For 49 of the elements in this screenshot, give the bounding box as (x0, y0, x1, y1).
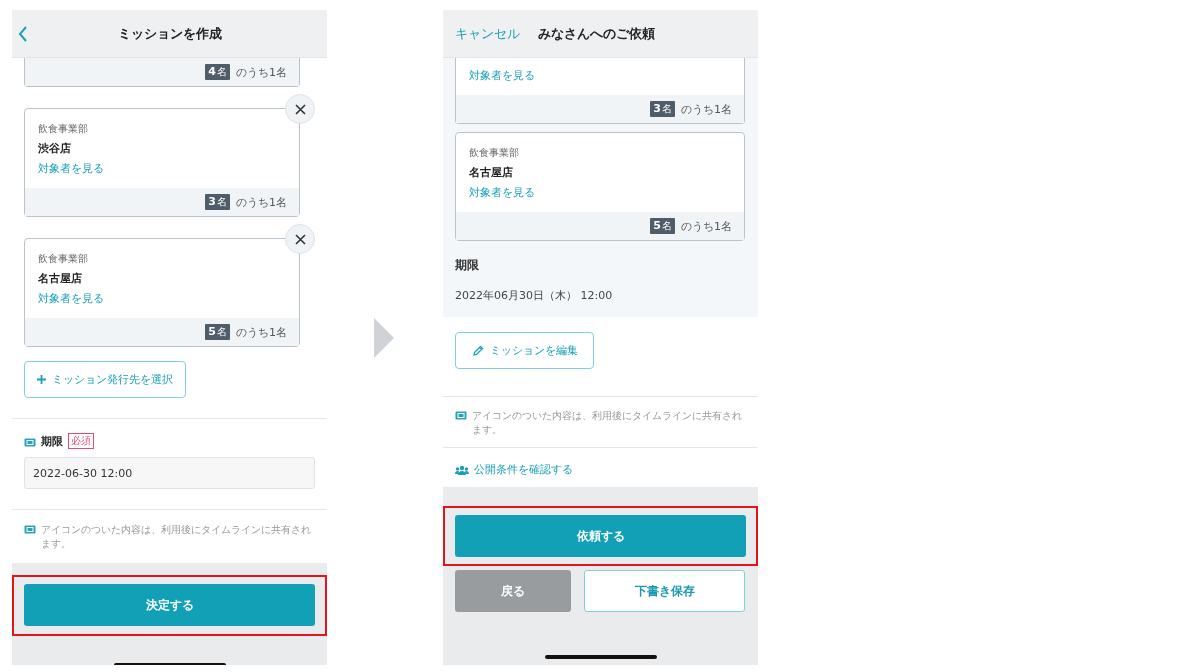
deadline-value: 2022年06月30日（木） 12:00 (455, 288, 614, 303)
share-note: アイコンのついた内容は、利用後にタイムラインに共有されます。 (472, 409, 743, 437)
count-text: のうち1名 (681, 218, 732, 234)
cancel-button[interactable]: キャンセル (455, 24, 520, 43)
save-draft-button[interactable]: 下書き保存 (584, 570, 745, 612)
deadline-label: 期限 (455, 257, 480, 274)
add-target-button[interactable]: ミッション発行先を選択 (24, 361, 186, 398)
group-icon (455, 465, 469, 475)
required-badge: 必須 (68, 433, 94, 449)
screen-title: みなさんへのご依頼 (538, 24, 655, 43)
view-targets-link[interactable]: 対象者を見る (38, 291, 286, 306)
department-label: 飲食事業部 (38, 252, 89, 266)
plus-icon (37, 375, 46, 384)
department-label: 飲食事業部 (38, 122, 89, 136)
card-icon (455, 411, 467, 420)
count-badge: 3名 (650, 101, 675, 117)
date-field[interactable]: 2022-06-30 12:00 (24, 457, 315, 489)
view-targets-link[interactable]: 対象者を見る (38, 161, 286, 176)
deadline-label: 期限 (41, 433, 63, 449)
back-icon (18, 25, 28, 42)
count-text: のうち1名 (236, 194, 287, 210)
count-text: のうち1名 (236, 64, 287, 80)
store-name: 名古屋店 (38, 271, 83, 286)
view-targets-link[interactable]: 対象者を見る (469, 185, 731, 200)
view-targets-link[interactable]: 対象者を見る (469, 68, 731, 83)
department-label: 飲食事業部 (469, 146, 520, 160)
card-icon (24, 525, 36, 534)
close-button[interactable] (285, 224, 315, 254)
count-text: のうち1名 (681, 101, 732, 117)
count-badge: 3名 (205, 194, 230, 210)
count-badge: 5名 (205, 324, 230, 340)
close-icon (294, 233, 306, 245)
card-icon (24, 437, 36, 447)
store-name: 渋谷店 (38, 141, 72, 156)
next-arrow-icon (374, 318, 394, 358)
close-icon (294, 103, 306, 115)
primary-button[interactable]: 決定する (24, 584, 315, 626)
edit-mission-button[interactable]: ミッションを編集 (455, 332, 594, 369)
screen-title: ミッションを作成 (116, 24, 223, 43)
count-badge: 4名 (205, 64, 230, 80)
pencil-icon (471, 344, 484, 357)
primary-button[interactable]: 依頼する (455, 515, 746, 557)
store-name: 名古屋店 (469, 165, 514, 180)
share-note: アイコンのついた内容は、利用後にタイムラインに共有されます。 (41, 523, 312, 551)
count-badge: 5名 (650, 218, 675, 234)
conditions-link[interactable]: 公開条件を確認する (455, 463, 573, 477)
count-text: のうち1名 (236, 324, 287, 340)
close-button[interactable] (285, 94, 315, 124)
back-button[interactable]: 戻る (455, 570, 571, 612)
